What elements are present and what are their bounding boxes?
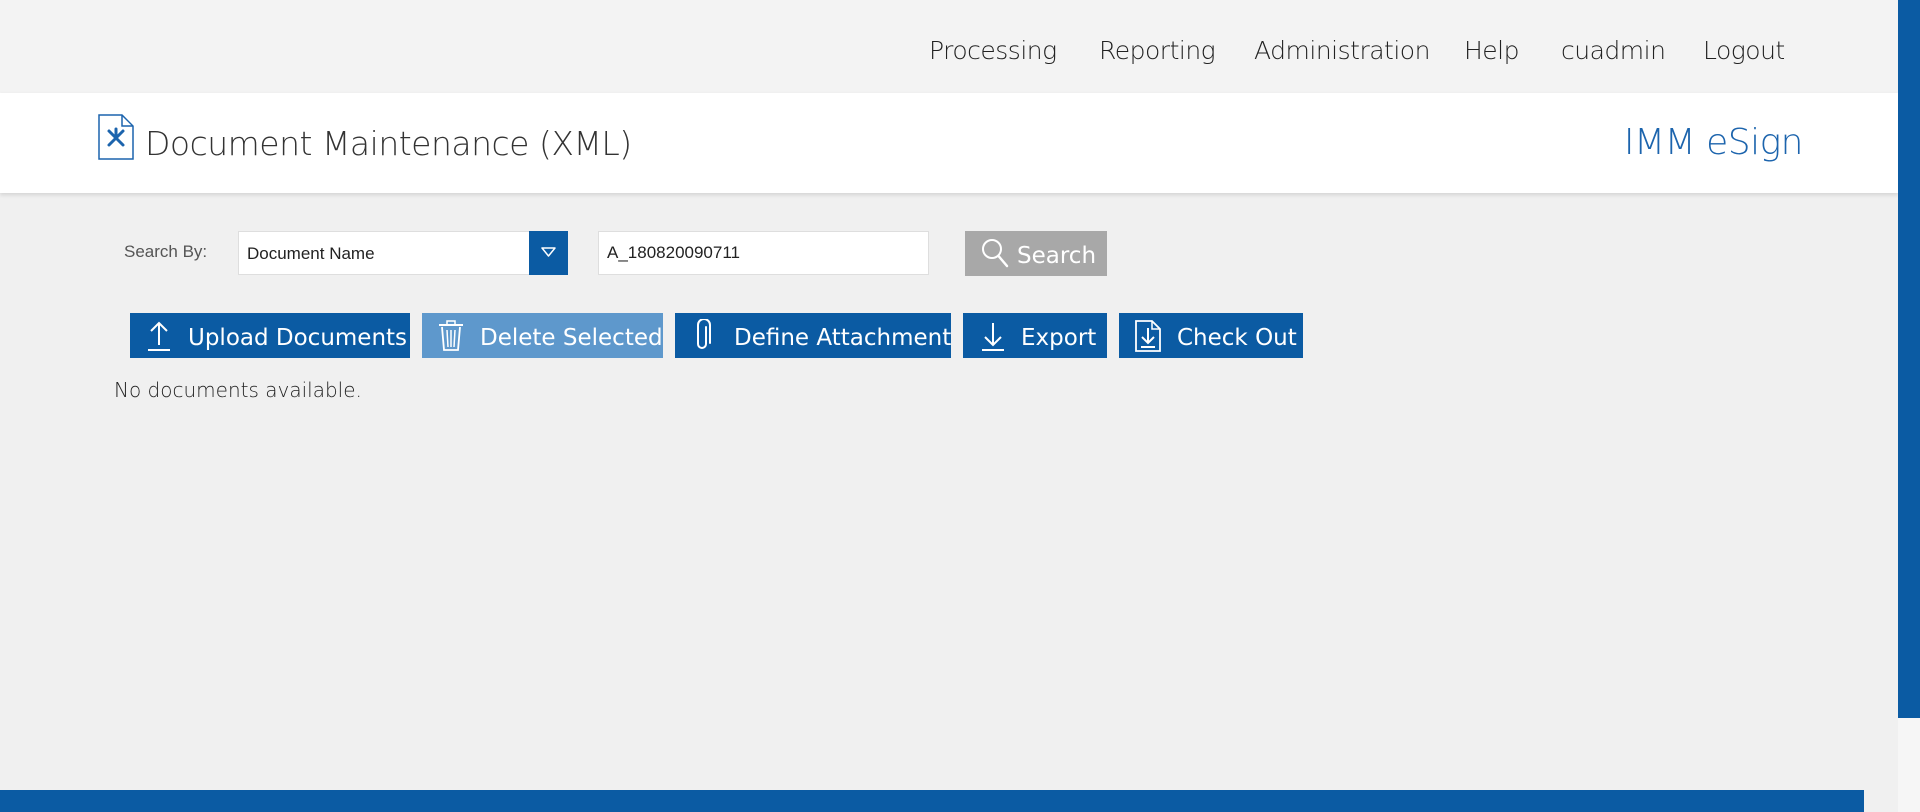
search-field-select[interactable]: Document Name (238, 231, 568, 275)
nav-reporting[interactable]: Reporting (1099, 36, 1216, 65)
check-out-label: Check Out (1177, 325, 1297, 351)
search-field-value: Document Name (247, 244, 375, 263)
upload-icon (146, 319, 172, 358)
document-download-icon (1134, 319, 1162, 358)
define-attachment-label: Define Attachment (734, 325, 952, 351)
export-label: Export (1021, 325, 1097, 351)
brand-logo: IMM eSign (1623, 122, 1804, 163)
chevron-down-icon[interactable] (529, 231, 568, 275)
search-button-label: Search (1017, 243, 1097, 269)
export-button[interactable]: Export (963, 313, 1107, 358)
paperclip-icon (693, 318, 713, 358)
nav-user-account[interactable]: cuadmin (1561, 36, 1666, 65)
nav-processing[interactable]: Processing (929, 36, 1057, 65)
define-attachment-button[interactable]: Define Attachment (675, 313, 951, 358)
scrollbar-thumb[interactable] (1898, 0, 1920, 718)
document-tools-icon (98, 114, 134, 160)
search-button[interactable]: Search (965, 231, 1107, 276)
delete-selected-label: Delete Selected (480, 325, 663, 351)
upload-documents-label: Upload Documents (188, 325, 408, 351)
download-icon (980, 319, 1006, 358)
top-nav: Processing Reporting Administration Help… (0, 0, 1898, 93)
search-by-label: Search By: (124, 242, 208, 261)
trash-icon (437, 319, 465, 358)
delete-selected-button[interactable]: Delete Selected (422, 313, 663, 358)
upload-documents-button[interactable]: Upload Documents (130, 313, 410, 358)
footer-bar (0, 790, 1864, 812)
nav-help[interactable]: Help (1464, 36, 1520, 65)
nav-logout[interactable]: Logout (1703, 36, 1785, 65)
search-icon (980, 237, 1010, 274)
check-out-button[interactable]: Check Out (1119, 313, 1303, 358)
page-title: Document Maintenance (XML) (145, 124, 632, 163)
search-input[interactable] (598, 231, 929, 275)
empty-results-message: No documents available. (114, 378, 362, 402)
nav-administration[interactable]: Administration (1254, 36, 1430, 65)
